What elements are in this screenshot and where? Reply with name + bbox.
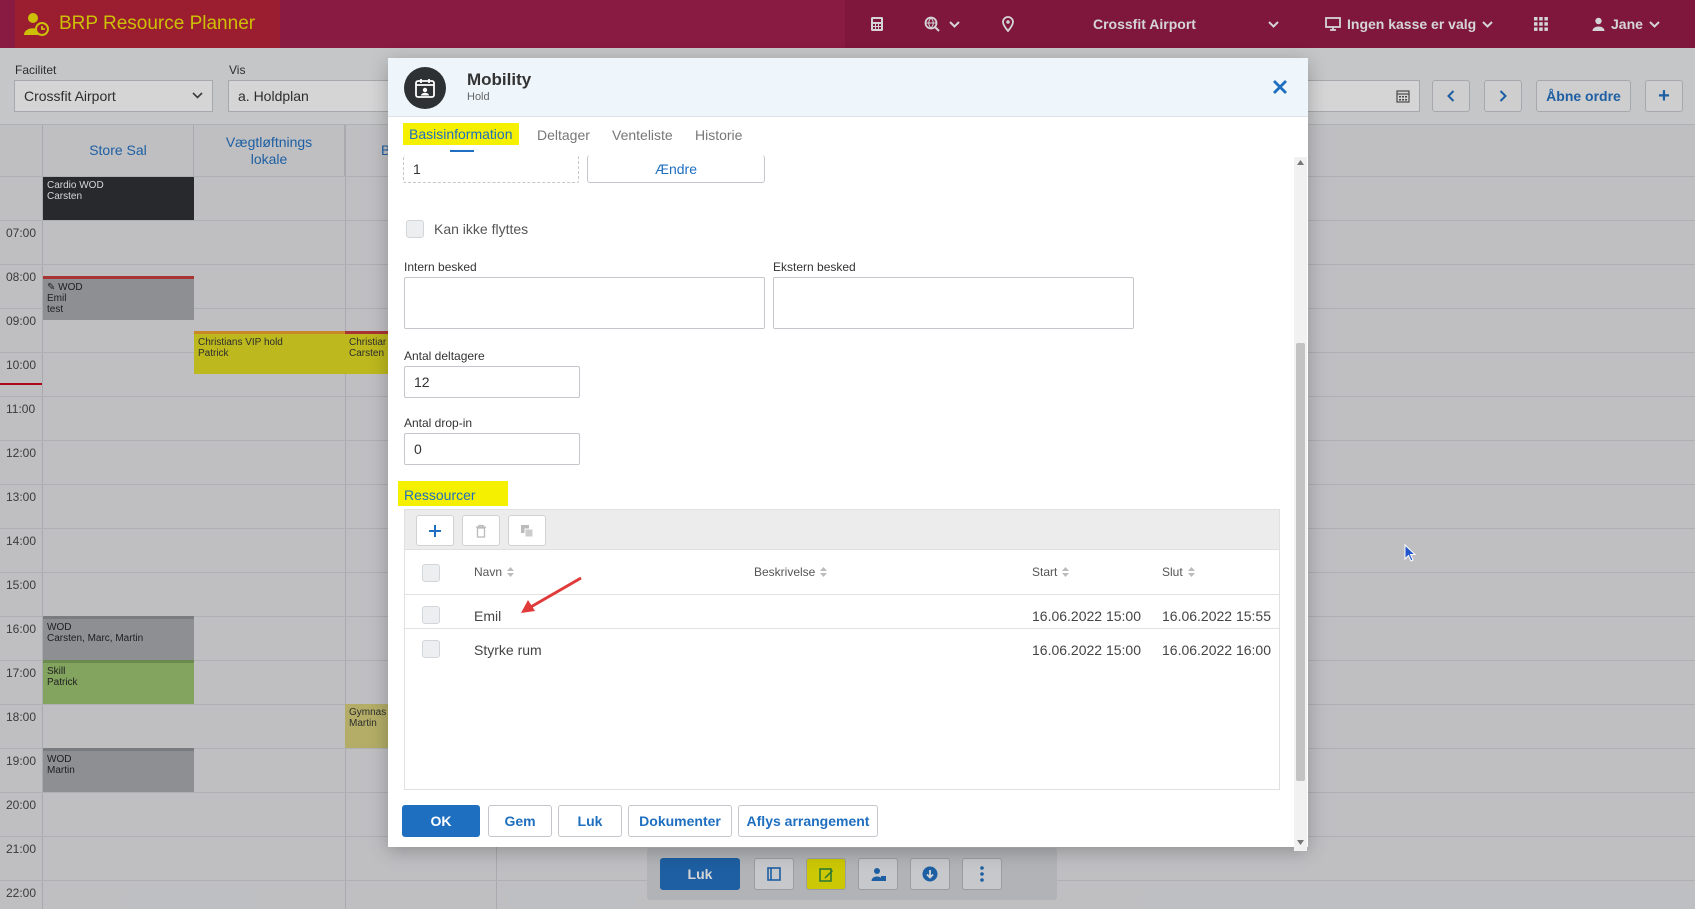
tab-venteliste[interactable]: Venteliste [612,127,673,143]
resources-table: Navn Beskrivelse Start Slut Emil 16.06.2… [404,550,1280,790]
dialog-footer: OK Gem Luk Dokumenter Aflys arrangement [388,795,1308,847]
cancel-event-button-label: Aflys arrangement [746,813,870,829]
class-calendar-icon [404,67,446,109]
save-button[interactable]: Gem [488,805,552,837]
dropin-label: Antal drop-in [404,416,473,430]
cancel-event-button[interactable]: Aflys arrangement [738,805,878,837]
resources-section-title: Ressourcer [398,481,508,506]
dialog-title: Mobility [467,70,532,89]
documents-button-label: Dokumenter [639,813,721,829]
save-button-label: Gem [504,813,536,829]
table-divider [405,628,1279,629]
external-note-label: Ekstern besked [773,260,856,274]
resource-count-value: 1 [413,160,421,177]
plus-icon [429,524,441,537]
cannot-move-checkbox[interactable] [406,220,424,238]
dialog-scrollbar[interactable] [1294,157,1307,851]
resource-name: Emil [474,608,502,624]
resource-end: 16.06.2022 16:00 [1162,642,1271,658]
change-button[interactable]: Ændre [587,155,765,183]
resource-count-input[interactable]: 1 [403,155,579,183]
resource-start: 16.06.2022 15:00 [1032,608,1141,624]
tab-deltager[interactable]: Deltager [537,127,590,143]
row-checkbox[interactable] [422,606,440,624]
select-all-checkbox[interactable] [422,564,440,582]
tab-basisinformation[interactable]: Basisinformation [403,123,519,145]
dialog-tabs: Basisinformation Deltager Venteliste His… [388,117,1308,155]
event-dialog: Mobility Hold Basisinformation Deltager … [388,58,1308,851]
close-dialog-button[interactable]: Luk [558,805,622,837]
row-checkbox[interactable] [422,640,440,658]
trash-icon [476,524,486,538]
cannot-move-label: Kan ikke flyttes [434,221,529,237]
participants-label: Antal deltagere [404,349,485,363]
ok-button[interactable]: OK [402,805,480,837]
tab-historie[interactable]: Historie [695,127,742,143]
sort-icon [507,567,515,577]
copy-resource-button[interactable] [508,515,546,546]
sort-icon [820,567,828,577]
resource-name: Styrke rum [474,642,542,658]
dropin-value: 0 [414,441,422,457]
column-header-end[interactable]: Slut [1162,550,1195,594]
delete-resource-button[interactable] [462,515,500,546]
internal-note-label: Intern besked [404,260,477,274]
dialog-header: Mobility Hold [388,58,1308,117]
close-icon[interactable] [1270,77,1290,97]
resource-end: 16.06.2022 15:55 [1162,608,1271,624]
change-button-label: Ændre [654,160,698,177]
external-note-textarea[interactable] [773,277,1134,329]
column-header-name[interactable]: Navn [474,550,515,594]
mouse-cursor-icon [1404,544,1416,562]
add-resource-button[interactable] [416,515,454,546]
participants-input[interactable]: 12 [404,366,580,398]
sort-icon [1187,567,1195,577]
copy-icon [521,524,534,537]
dialog-subtitle: Hold [467,91,490,103]
column-header-start[interactable]: Start [1032,550,1070,594]
resource-start: 16.06.2022 15:00 [1032,642,1141,658]
column-header-label: Slut [1162,565,1183,579]
column-header-label: Navn [474,565,503,579]
resources-toolbar [404,509,1280,550]
dropin-input[interactable]: 0 [404,433,580,465]
active-tab-indicator [450,150,474,152]
ok-button-label: OK [430,813,452,829]
internal-note-textarea[interactable] [404,277,765,329]
column-header-description[interactable]: Beskrivelse [754,550,828,594]
scroll-up-icon[interactable] [1297,160,1304,165]
annotation-arrow-icon [521,576,582,613]
scrollbar-thumb[interactable] [1296,343,1305,781]
documents-button[interactable]: Dokumenter [628,805,732,837]
dialog-content: 1 Ændre Kan ikke flyttes Intern besked E… [388,155,1295,850]
close-dialog-button-label: Luk [577,813,603,829]
column-header-label: Beskrivelse [754,565,816,579]
column-header-label: Start [1032,565,1058,579]
sort-icon [1062,567,1070,577]
participants-value: 12 [414,374,430,390]
